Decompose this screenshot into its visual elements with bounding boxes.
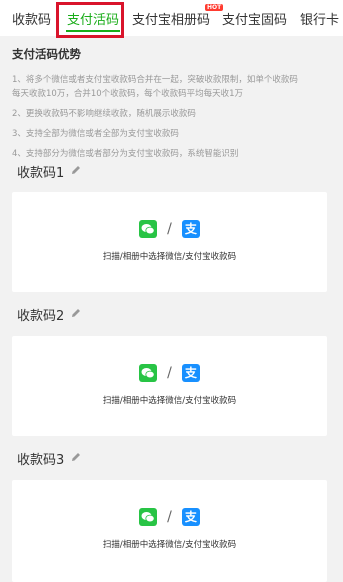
pencil-icon[interactable] bbox=[70, 451, 82, 463]
pay-icons: / 支 bbox=[12, 364, 327, 382]
advantage-item: 2、更换收款码不影响继续收款，随机展示收款码 bbox=[12, 109, 196, 119]
qrcode-section-1: 收款码1 / 支 扫描/相册中选择微信/支付宝收款码 bbox=[12, 162, 327, 294]
pencil-icon[interactable] bbox=[70, 164, 82, 176]
hot-badge: HOT bbox=[205, 4, 224, 11]
upload-card[interactable]: / 支 扫描/相册中选择微信/支付宝收款码 bbox=[12, 192, 327, 292]
highlight-box bbox=[56, 2, 124, 38]
advantages-panel: 支付活码优势 1、将多个微信或者支付宝收款码合并在一起，突破收款限制，如单个收款… bbox=[12, 46, 337, 161]
advantage-item: 每天收款10万，合并10个收款码，每个收款码平均每天收1万 bbox=[12, 89, 244, 99]
section-title: 收款码2 bbox=[17, 309, 65, 324]
alipay-icon: 支 bbox=[181, 220, 200, 238]
section-title: 收款码1 bbox=[17, 166, 65, 181]
wechat-pay-icon bbox=[139, 508, 158, 526]
alipay-icon: 支 bbox=[181, 508, 200, 526]
qrcode-section-3: 收款码3 / 支 扫描/相册中选择微信/支付宝收款码 bbox=[12, 449, 327, 582]
upload-card[interactable]: / 支 扫描/相册中选择微信/支付宝收款码 bbox=[12, 480, 327, 582]
pay-icons: / 支 bbox=[12, 220, 327, 238]
tab-alipay-fixed-code[interactable]: 支付宝固码 bbox=[222, 9, 287, 28]
qrcode-section-2: 收款码2 / 支 扫描/相册中选择微信/支付宝收款码 bbox=[12, 305, 327, 440]
upload-card[interactable]: / 支 扫描/相册中选择微信/支付宝收款码 bbox=[12, 336, 327, 436]
divider-slash: / bbox=[167, 365, 172, 381]
alipay-icon: 支 bbox=[181, 364, 200, 382]
tab-bar: 收款码 支付活码 支付宝相册码 HOT 支付宝固码 银行卡 bbox=[0, 0, 343, 36]
pay-icons: / 支 bbox=[12, 508, 327, 526]
tab-alipay-album-code[interactable]: 支付宝相册码 bbox=[132, 9, 210, 28]
section-title: 收款码3 bbox=[17, 453, 65, 468]
divider-slash: / bbox=[167, 221, 172, 237]
upload-hint: 扫描/相册中选择微信/支付宝收款码 bbox=[102, 396, 237, 406]
upload-hint: 扫描/相册中选择微信/支付宝收款码 bbox=[102, 540, 237, 550]
pencil-icon[interactable] bbox=[70, 307, 82, 319]
divider-slash: / bbox=[167, 509, 172, 525]
advantage-item: 3、支持全部为微信或者全部为支付宝收款码 bbox=[12, 129, 179, 139]
advantages-title: 支付活码优势 bbox=[12, 47, 81, 61]
wechat-pay-icon bbox=[139, 220, 158, 238]
wechat-pay-icon bbox=[139, 364, 158, 382]
advantage-item: 1、将多个微信或者支付宝收款码合并在一起，突破收款限制，如单个收款码 bbox=[12, 75, 298, 85]
advantage-item: 4、支持部分为微信或者部分为支付宝收款码，系统智能识别 bbox=[12, 149, 239, 159]
upload-hint: 扫描/相册中选择微信/支付宝收款码 bbox=[102, 252, 237, 262]
tab-bank-card[interactable]: 银行卡 bbox=[300, 9, 339, 28]
tab-qrcode[interactable]: 收款码 bbox=[12, 9, 51, 28]
